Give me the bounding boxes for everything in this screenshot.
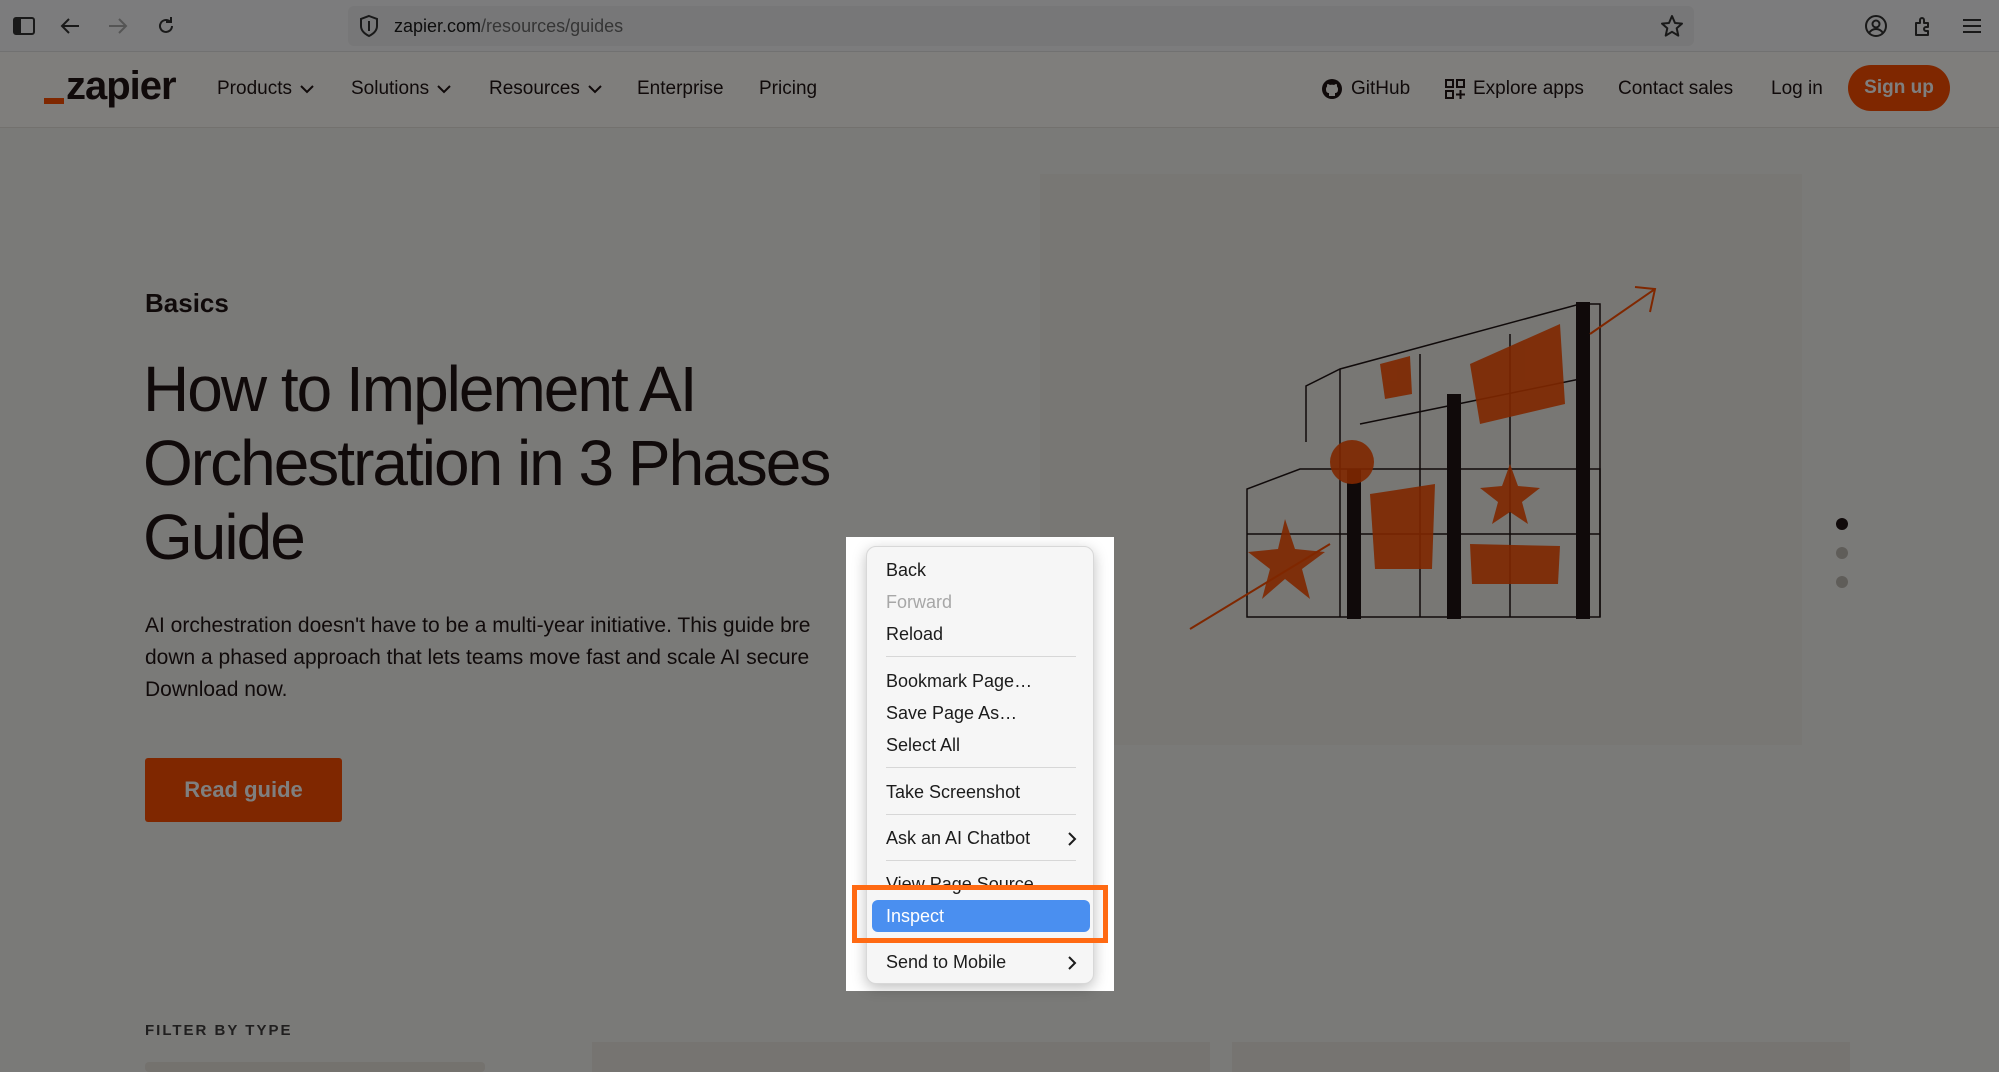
menu-separator [886,656,1076,657]
chevron-right-icon [1068,956,1077,970]
inspect-annotation-box [852,885,1108,943]
menu-item-reload[interactable]: Reload [886,624,943,645]
menu-item-back[interactable]: Back [886,560,926,581]
menu-item-select-all[interactable]: Select All [886,735,960,756]
chevron-right-icon [1068,832,1077,846]
menu-separator [886,814,1076,815]
menu-separator [886,860,1076,861]
menu-item-take-screenshot[interactable]: Take Screenshot [886,782,1020,803]
menu-item-ask-ai-chatbot[interactable]: Ask an AI Chatbot [886,828,1030,849]
menu-item-bookmark-page[interactable]: Bookmark Page… [886,671,1032,692]
menu-item-forward: Forward [886,592,953,612]
menu-item-send-to-mobile[interactable]: Send to Mobile [886,952,1006,973]
menu-item-save-page-as[interactable]: Save Page As… [886,703,1017,724]
menu-separator [886,767,1076,768]
